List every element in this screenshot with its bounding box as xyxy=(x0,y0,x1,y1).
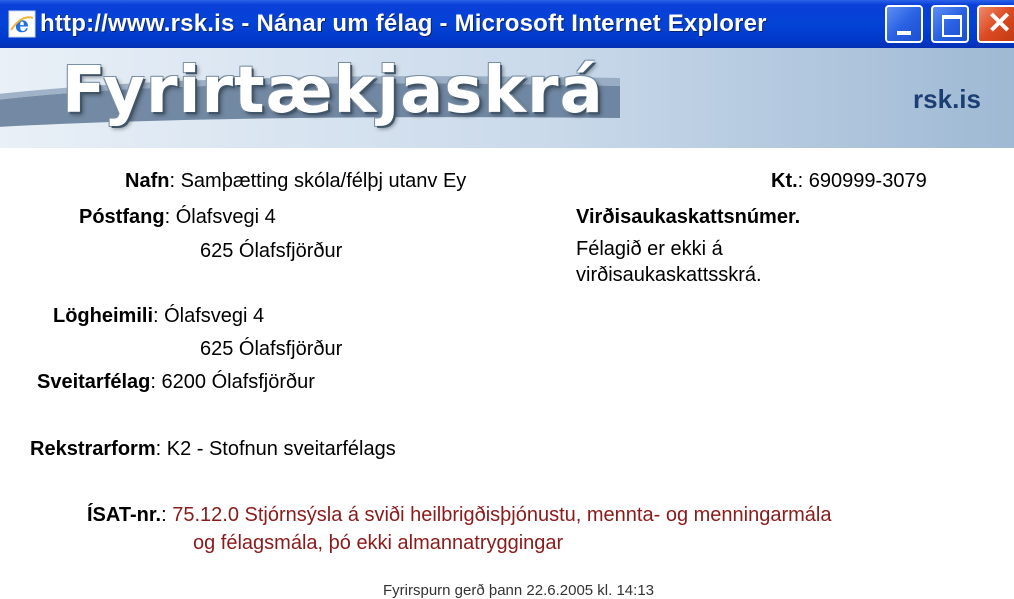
name-value: Samþætting skóla/félþj utanv Ey xyxy=(180,170,467,192)
internet-explorer-icon: e xyxy=(8,10,36,38)
vsk-label: Virðisaukaskattsnúmer. xyxy=(576,206,801,228)
postfang-line2: 625 Ólafsfjörður xyxy=(200,240,343,262)
company-details: Nafn: Samþætting skóla/félþj utanv Ey Kt… xyxy=(0,148,1014,599)
sveitarfelag-value: 6200 Ólafsfjörður xyxy=(161,371,315,393)
window-title: http://www.rsk.is - Nánar um félag - Mic… xyxy=(40,10,767,37)
maximize-icon xyxy=(942,15,962,37)
window-title-bar[interactable]: e http://www.rsk.is - Nánar um félag - M… xyxy=(0,0,1014,48)
close-button[interactable]: ✕ xyxy=(977,5,1014,43)
kt-value: 690999-3079 xyxy=(808,170,927,192)
sveitarfelag-label: Sveitarfélag xyxy=(37,371,151,393)
logheimili-label: Lögheimili xyxy=(53,305,153,327)
minimize-button[interactable] xyxy=(885,5,923,43)
maximize-button[interactable] xyxy=(931,5,969,43)
minimize-icon xyxy=(897,31,911,35)
isat-line1: 75.12.0 Stjórnsýsla á sviði heilbrigðisþ… xyxy=(172,504,832,526)
postfang-label: Póstfang xyxy=(79,206,165,228)
isat-line2: og félagsmála, þó ekki almannatryggingar xyxy=(193,532,564,554)
vsk-line1: Félagið er ekki á xyxy=(576,238,723,260)
vsk-line2: virðisaukaskattsskrá. xyxy=(576,264,762,286)
kt-label: Kt. xyxy=(771,170,798,192)
rekstrarform-value: K2 - Stofnun sveitarfélags xyxy=(166,438,396,460)
postfang-line1: Ólafsvegi 4 xyxy=(175,206,276,228)
logheimili-line1: Ólafsvegi 4 xyxy=(164,305,265,327)
name-label: Nafn xyxy=(125,170,170,192)
postfang-row: Póstfang: Ólafsvegi 4 xyxy=(79,206,276,228)
site-logo: Fyrirtækjaskrá xyxy=(62,54,604,128)
svg-text:e: e xyxy=(15,12,29,38)
rekstrarform-label: Rekstrarform xyxy=(30,438,156,460)
isat-label: ÍSAT-nr. xyxy=(87,504,162,526)
header-banner: Fyrirtækjaskrá rsk.is xyxy=(0,48,1014,148)
close-icon: ✕ xyxy=(987,7,1013,40)
kt-row: Kt.: 690999-3079 xyxy=(771,170,927,192)
rekstrarform-row: Rekstrarform: K2 - Stofnun sveitarfélags xyxy=(30,438,396,460)
logheimili-line2: 625 Ólafsfjörður xyxy=(200,338,343,360)
rsk-home-link[interactable]: rsk.is xyxy=(913,84,981,115)
name-row: Nafn: Samþætting skóla/félþj utanv Ey xyxy=(125,170,467,192)
isat-row: ÍSAT-nr.: 75.12.0 Stjórnsýsla á sviði he… xyxy=(87,504,832,526)
query-timestamp: Fyrirspurn gerð þann 22.6.2005 kl. 14:13 xyxy=(383,582,655,599)
sveitarfelag-row: Sveitarfélag: 6200 Ólafsfjörður xyxy=(37,371,315,393)
logheimili-row: Lögheimili: Ólafsvegi 4 xyxy=(53,305,265,327)
